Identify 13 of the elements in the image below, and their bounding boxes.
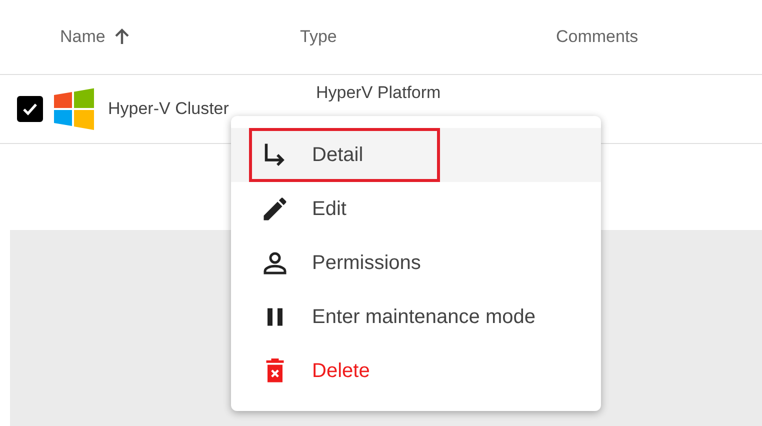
row-name: Hyper-V Cluster [108,99,229,119]
sort-up-arrow-icon [113,28,132,46]
menu-item[interactable]: Enter maintenance mode [231,290,601,344]
menu-item[interactable]: Delete [231,344,601,398]
column-header[interactable]: Name [60,27,132,47]
menu-item[interactable]: Permissions [231,236,601,290]
checkbox[interactable] [17,96,43,122]
menu-item[interactable]: Edit [231,182,601,236]
column-header[interactable]: Comments [556,27,638,47]
windows-logo-icon [53,88,95,130]
row-type: HyperV Platform [316,83,441,103]
menu-item[interactable]: Detail [231,128,601,182]
column-header[interactable]: Type [300,27,337,47]
